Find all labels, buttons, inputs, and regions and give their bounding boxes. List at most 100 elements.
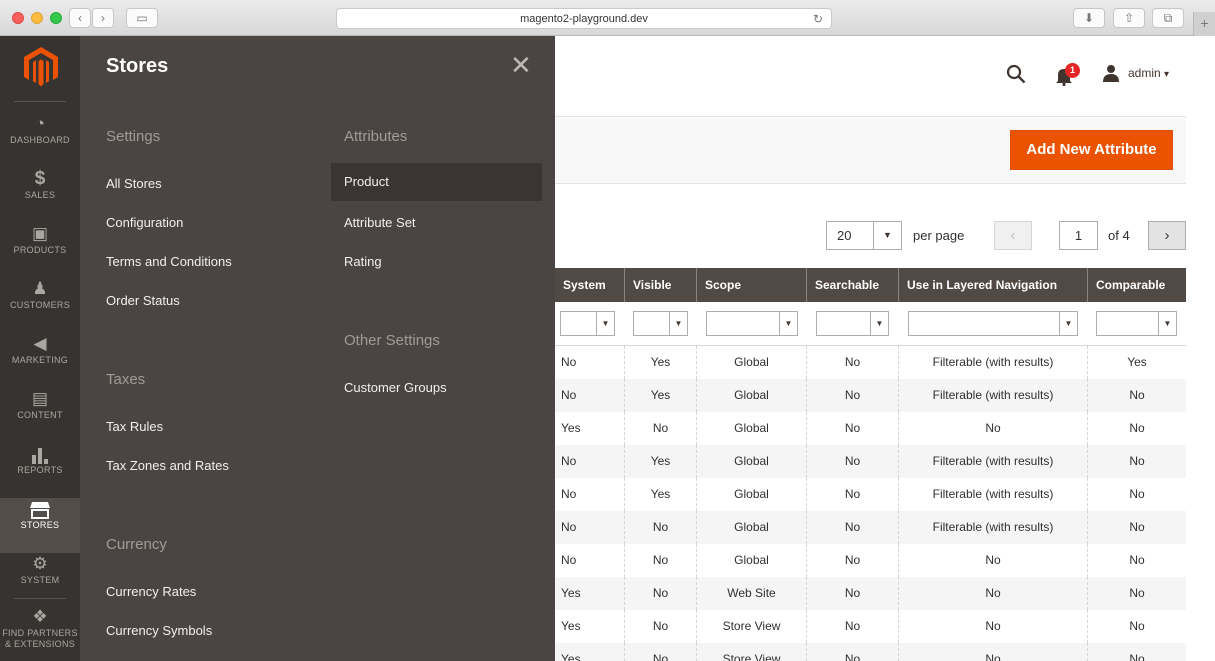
other-settings-heading: Other Settings: [344, 332, 440, 349]
per-page-select[interactable]: 20 ▼: [826, 221, 902, 250]
nav-item-products[interactable]: ▣ PRODUCTS: [0, 223, 80, 278]
menu-item-rating[interactable]: Rating: [344, 254, 382, 269]
reload-icon[interactable]: ↻: [813, 9, 823, 29]
nav-item-dashboard[interactable]: ◔ DASHBOARD: [0, 113, 80, 168]
cell-system: No: [555, 346, 625, 379]
table-row[interactable]: YesNoWeb SiteNoNoNo: [555, 577, 1186, 610]
table-row[interactable]: YesNoStore ViewNoNoNo: [555, 610, 1186, 643]
back-icon[interactable]: ‹: [69, 8, 91, 28]
table-row[interactable]: NoNoGlobalNoFilterable (with results)No: [555, 511, 1186, 544]
currency-heading: Currency: [106, 536, 167, 553]
menu-item-terms-and-conditions[interactable]: Terms and Conditions: [106, 254, 232, 269]
cell-visible: Yes: [625, 346, 697, 379]
table-row[interactable]: NoYesGlobalNoFilterable (with results)No: [555, 445, 1186, 478]
close-window-button[interactable]: [12, 12, 24, 24]
cell-layered-navigation: No: [899, 643, 1088, 661]
nav-item-system[interactable]: ⚙ SYSTEM: [0, 553, 80, 608]
nav-item-customers[interactable]: ♟ CUSTOMERS: [0, 278, 80, 333]
new-tab-icon[interactable]: +: [1193, 12, 1215, 36]
close-icon[interactable]: ✕: [510, 52, 532, 78]
cell-comparable: No: [1088, 577, 1186, 610]
filter-comparable-select[interactable]: ▼: [1096, 311, 1177, 336]
menu-item-attribute-set[interactable]: Attribute Set: [344, 215, 416, 230]
menu-item-tax-zones-and-rates[interactable]: Tax Zones and Rates: [106, 458, 229, 473]
cell-layered-navigation: Filterable (with results): [899, 511, 1088, 544]
cell-searchable: No: [807, 577, 899, 610]
search-icon[interactable]: [1006, 64, 1026, 84]
cell-scope: Global: [697, 478, 807, 511]
sidebar-toggle-icon[interactable]: ▭: [126, 8, 158, 28]
cell-scope: Global: [697, 346, 807, 379]
nav-item-marketing[interactable]: ◀ MARKETING: [0, 333, 80, 388]
user-icon[interactable]: [1102, 64, 1120, 82]
download-icon[interactable]: ⬇: [1073, 8, 1105, 28]
filter-visible-select[interactable]: ▼: [633, 311, 688, 336]
filter-layered-navigation-select[interactable]: ▼: [908, 311, 1078, 336]
cell-scope: Store View: [697, 610, 807, 643]
column-header-searchable[interactable]: Searchable: [807, 268, 899, 302]
forward-icon[interactable]: ›: [92, 8, 114, 28]
previous-page-button[interactable]: ‹: [994, 221, 1032, 250]
page-number-input[interactable]: 1: [1059, 221, 1098, 250]
table-row[interactable]: YesNoGlobalNoNoNo: [555, 412, 1186, 445]
cell-scope: Global: [697, 445, 807, 478]
chevron-down-icon[interactable]: ▼: [873, 222, 901, 249]
table-row[interactable]: NoYesGlobalNoFilterable (with results)No: [555, 478, 1186, 511]
cell-visible: Yes: [625, 379, 697, 412]
table-row[interactable]: NoYesGlobalNoFilterable (with results)Ye…: [555, 346, 1186, 379]
menu-item-configuration[interactable]: Configuration: [106, 215, 183, 230]
menu-item-currency-rates[interactable]: Currency Rates: [106, 584, 196, 599]
page-count: of 4: [1108, 228, 1130, 243]
menu-item-currency-symbols[interactable]: Currency Symbols: [106, 623, 212, 638]
filter-searchable-select[interactable]: ▼: [816, 311, 889, 336]
nav-item-sales[interactable]: $ SALES: [0, 168, 80, 223]
cell-comparable: No: [1088, 478, 1186, 511]
address-bar[interactable]: magento2-playground.dev ↻: [336, 8, 832, 29]
cell-searchable: No: [807, 544, 899, 577]
table-row[interactable]: NoYesGlobalNoFilterable (with results)No: [555, 379, 1186, 412]
menu-item-product[interactable]: Product: [331, 163, 542, 201]
next-page-button[interactable]: ›: [1148, 221, 1186, 250]
cell-system: Yes: [555, 577, 625, 610]
cell-searchable: No: [807, 379, 899, 412]
per-page-value: 20: [837, 228, 851, 243]
minimize-window-button[interactable]: [31, 12, 43, 24]
stores-flyout-menu: Stores ✕ Settings All Stores Configurati…: [80, 36, 555, 661]
cubes-icon: ❖: [0, 606, 80, 628]
table-row[interactable]: NoNoGlobalNoNoNo: [555, 544, 1186, 577]
nav-item-content[interactable]: ▤ CONTENT: [0, 388, 80, 443]
menu-item-order-status[interactable]: Order Status: [106, 293, 180, 308]
table-row[interactable]: YesNoStore ViewNoNoNo: [555, 643, 1186, 661]
menu-item-tax-rules[interactable]: Tax Rules: [106, 419, 163, 434]
cell-visible: No: [625, 643, 697, 661]
zoom-window-button[interactable]: [50, 12, 62, 24]
cell-searchable: No: [807, 346, 899, 379]
nav-label: REPORTS: [0, 465, 80, 475]
tabs-overview-icon[interactable]: ⧉: [1152, 8, 1184, 28]
magento-logo-icon[interactable]: [24, 47, 58, 87]
column-header-system[interactable]: System: [555, 268, 625, 302]
nav-item-reports[interactable]: REPORTS: [0, 443, 80, 498]
nav-item-find-partners[interactable]: ❖ FIND PARTNERS & EXTENSIONS: [0, 606, 80, 661]
cell-scope: Global: [697, 511, 807, 544]
add-new-attribute-button[interactable]: Add New Attribute: [1010, 130, 1173, 170]
cell-visible: No: [625, 544, 697, 577]
cell-searchable: No: [807, 478, 899, 511]
column-header-comparable[interactable]: Comparable: [1088, 268, 1186, 302]
column-header-visible[interactable]: Visible: [625, 268, 697, 302]
megaphone-icon: ◀: [0, 333, 80, 355]
share-icon[interactable]: ⇧: [1113, 8, 1145, 28]
cell-visible: No: [625, 412, 697, 445]
column-header-scope[interactable]: Scope: [697, 268, 807, 302]
menu-item-all-stores[interactable]: All Stores: [106, 176, 162, 191]
filter-system-select[interactable]: ▼: [560, 311, 615, 336]
column-header-layered-navigation[interactable]: Use in Layered Navigation: [899, 268, 1088, 302]
menu-item-customer-groups[interactable]: Customer Groups: [344, 380, 447, 395]
nav-label: CUSTOMERS: [0, 300, 80, 310]
cell-searchable: No: [807, 445, 899, 478]
settings-heading: Settings: [106, 128, 160, 145]
nav-item-stores[interactable]: STORES: [0, 498, 80, 553]
user-menu[interactable]: admin ▾: [1128, 66, 1169, 80]
cell-system: No: [555, 379, 625, 412]
filter-scope-select[interactable]: ▼: [706, 311, 798, 336]
